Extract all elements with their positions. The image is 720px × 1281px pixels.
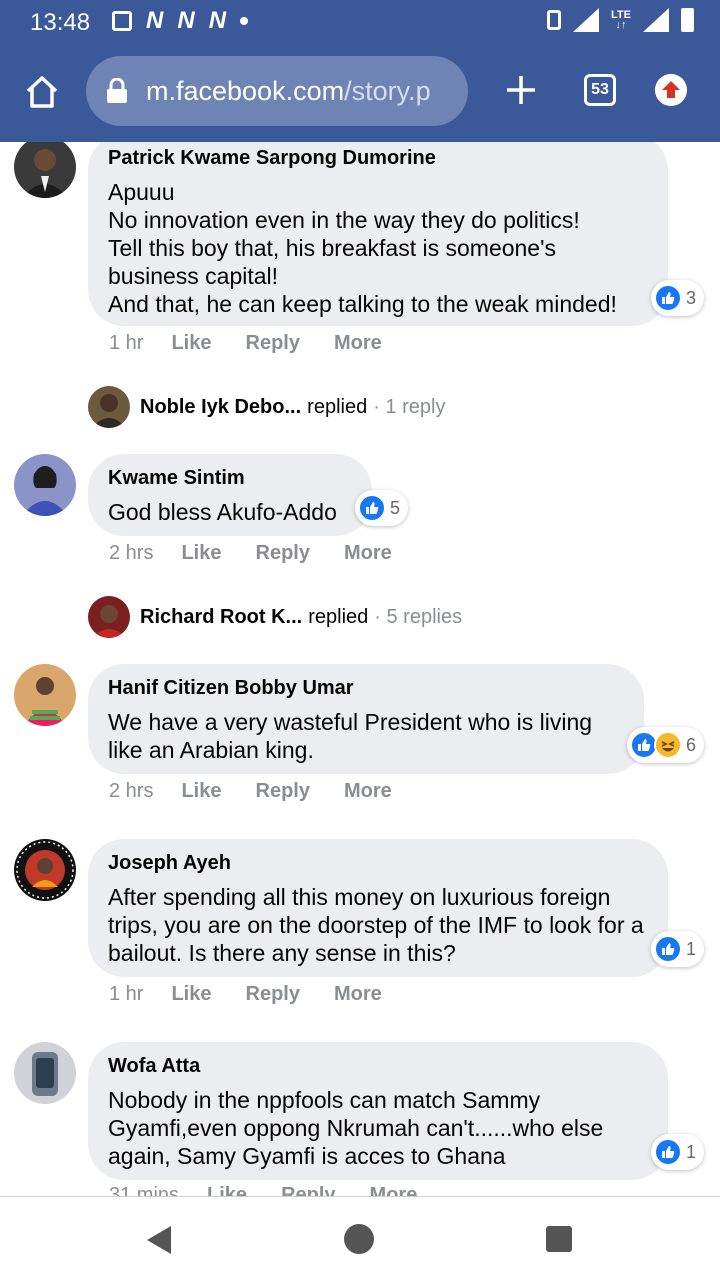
tab-switcher-button[interactable]: 53 xyxy=(584,74,616,106)
reaction-count[interactable]: 3 xyxy=(651,280,705,316)
avatar[interactable] xyxy=(14,454,76,516)
reply-author: Noble Iyk Debo... xyxy=(140,395,302,418)
comment-bubble: Kwame Sintim God bless Akufo-Addo xyxy=(88,454,372,536)
reply-button[interactable]: Reply xyxy=(246,332,300,355)
comment-bubble: Hanif Citizen Bobby Umar We have a very … xyxy=(88,664,644,774)
recent-apps-icon[interactable] xyxy=(546,1226,572,1252)
comment-time[interactable]: 1 hr xyxy=(109,332,143,355)
comment-time[interactable]: 2 hrs xyxy=(109,780,153,803)
status-time: 13:48 xyxy=(30,9,91,36)
system-icons: LTE ↓↑ xyxy=(547,8,694,32)
like-reaction-icon xyxy=(654,1138,682,1166)
comment-actions: 31 mins Like Reply More xyxy=(109,1184,451,1196)
comment-text: Nobody in the nppfools can match Sammy G… xyxy=(108,1087,604,1169)
comment-bubble: Patrick Kwame Sarpong Dumorine Apuuu No … xyxy=(88,142,668,326)
avatar[interactable] xyxy=(14,1042,76,1104)
battery-icon xyxy=(681,8,694,32)
reply-avatar xyxy=(88,596,130,638)
like-button[interactable]: Like xyxy=(171,332,211,355)
system-navigation-bar xyxy=(0,1196,720,1281)
replied-label: replied xyxy=(307,395,368,418)
status-bar: 13:48 N N N LTE ↓↑ xyxy=(0,0,720,44)
home-icon[interactable] xyxy=(24,74,60,110)
vibrate-icon xyxy=(547,10,562,30)
more-button[interactable]: More xyxy=(344,780,392,803)
browser-toolbar: m.facebook.com/story.p 53 xyxy=(0,44,720,142)
reply-count: · 1 reply xyxy=(373,395,446,418)
comment-actions: 2 hrs Like Reply More xyxy=(109,780,426,803)
update-icon[interactable] xyxy=(655,74,687,106)
comment-author[interactable]: Hanif Citizen Bobby Umar xyxy=(108,676,624,700)
url-path: /story.p xyxy=(344,75,431,106)
haha-reaction-icon xyxy=(654,731,682,759)
more-notifications-icon xyxy=(240,17,249,25)
notification-n-icon: N xyxy=(146,7,164,34)
like-button[interactable]: Like xyxy=(181,780,221,803)
reaction-count[interactable]: 1 xyxy=(651,1134,705,1170)
replied-label: replied xyxy=(308,605,369,628)
reply-button[interactable]: Reply xyxy=(281,1184,335,1196)
notification-n-icon: N xyxy=(208,7,227,34)
comment-text: After spending all this money on luxurio… xyxy=(108,884,644,966)
like-button[interactable]: Like xyxy=(207,1184,247,1196)
url-host: m.facebook.com xyxy=(146,75,345,106)
address-bar[interactable]: m.facebook.com/story.p xyxy=(86,56,468,126)
comment-author[interactable]: Patrick Kwame Sarpong Dumorine xyxy=(108,146,648,170)
home-button-icon[interactable] xyxy=(344,1224,374,1254)
more-button[interactable]: More xyxy=(334,332,382,355)
avatar[interactable] xyxy=(14,142,76,198)
comment-bubble: Wofa Atta Nobody in the nppfools can mat… xyxy=(88,1042,668,1180)
back-icon[interactable] xyxy=(147,1226,171,1254)
comment-author[interactable]: Kwame Sintim xyxy=(108,466,352,490)
comment-actions: 1 hr Like Reply More xyxy=(109,983,416,1006)
comment-bubble: Joseph Ayeh After spending all this mone… xyxy=(88,839,668,977)
comment-text: God bless Akufo-Addo xyxy=(108,499,337,525)
more-button[interactable]: More xyxy=(334,983,382,1006)
gallery-icon xyxy=(112,11,132,31)
reply-count: · 5 replies xyxy=(374,605,463,628)
comment-actions: 1 hr Like Reply More xyxy=(109,332,416,355)
reply-author: Richard Root K... xyxy=(140,605,303,628)
comments-list: Patrick Kwame Sarpong Dumorine Apuuu No … xyxy=(0,142,720,1196)
like-reaction-icon xyxy=(654,935,682,963)
new-tab-icon[interactable] xyxy=(505,74,537,106)
view-replies-link[interactable]: Noble Iyk Debo... replied · 1 reply xyxy=(88,386,445,428)
comment-text: We have a very wasteful President who is… xyxy=(108,709,593,763)
reply-avatar xyxy=(88,386,130,428)
reaction-count[interactable]: 1 xyxy=(651,931,705,967)
like-button[interactable]: Like xyxy=(181,542,221,565)
notification-icons: N N N xyxy=(112,7,249,34)
reply-button[interactable]: Reply xyxy=(246,983,300,1006)
more-button[interactable]: More xyxy=(344,542,392,565)
avatar[interactable] xyxy=(14,839,76,901)
signal-icon-2 xyxy=(643,8,669,32)
reply-button[interactable]: Reply xyxy=(256,542,310,565)
comment-time[interactable]: 2 hrs xyxy=(109,542,153,565)
comment-time[interactable]: 31 mins xyxy=(109,1184,179,1196)
avatar[interactable] xyxy=(14,664,76,726)
comment-text: Apuuu No innovation even in the way they… xyxy=(108,179,617,317)
lte-label: LTE ↓↑ xyxy=(611,9,631,31)
view-replies-link[interactable]: Richard Root K... replied · 5 replies xyxy=(88,596,462,638)
comment-author[interactable]: Wofa Atta xyxy=(108,1054,648,1078)
lock-icon xyxy=(107,78,127,103)
more-button[interactable]: More xyxy=(370,1184,418,1196)
comment-actions: 2 hrs Like Reply More xyxy=(109,542,426,565)
like-button[interactable]: Like xyxy=(171,983,211,1006)
notification-n-icon: N xyxy=(177,7,195,34)
reaction-count[interactable]: 5 xyxy=(355,490,409,526)
reaction-count[interactable]: 6 xyxy=(627,727,705,763)
like-reaction-icon xyxy=(358,494,386,522)
comment-time[interactable]: 1 hr xyxy=(109,983,143,1006)
reply-button[interactable]: Reply xyxy=(256,780,310,803)
comment-author[interactable]: Joseph Ayeh xyxy=(108,851,648,875)
like-reaction-icon xyxy=(654,284,682,312)
signal-icon xyxy=(573,8,600,32)
